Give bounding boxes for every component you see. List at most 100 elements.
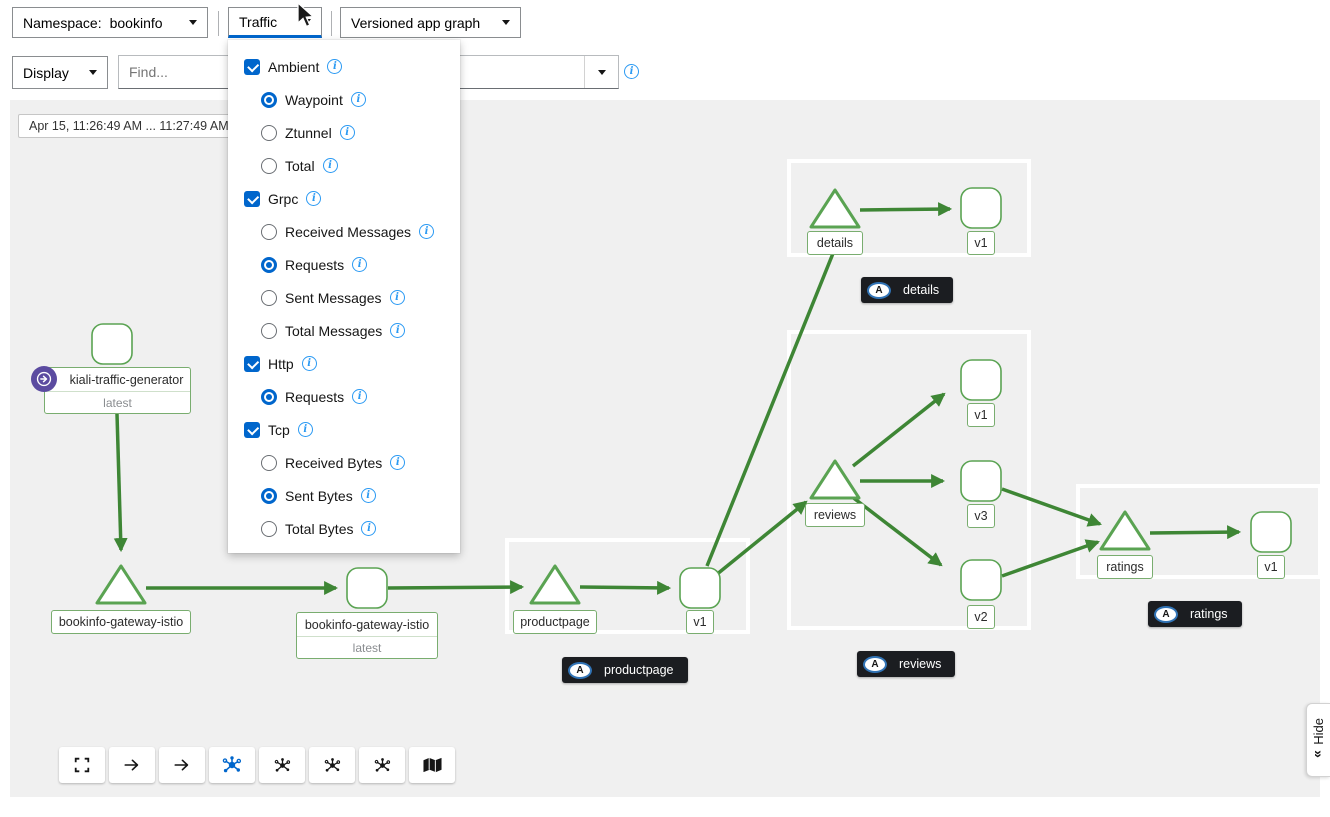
edge-generator-to-gateway[interactable]	[117, 414, 121, 550]
info-icon[interactable]	[306, 191, 321, 206]
node-shape-reviews-v3[interactable]	[961, 461, 1001, 501]
node-label-gateway-workload[interactable]: bookinfo-gateway-istio latest	[296, 612, 438, 659]
traffic-menu-item-total-messages[interactable]: Total Messages	[228, 314, 460, 347]
radio-icon[interactable]	[261, 521, 277, 537]
forward-edge-button-2[interactable]	[159, 747, 205, 783]
edge-reviews-to-v1[interactable]	[853, 394, 944, 466]
node-shape-reviews-v1[interactable]	[961, 360, 1001, 400]
find-help-info-icon[interactable]	[624, 64, 639, 79]
checkbox-checked-icon[interactable]	[244, 422, 260, 438]
edge-details-to-v1[interactable]	[860, 209, 950, 210]
info-icon[interactable]	[352, 257, 367, 272]
info-icon[interactable]	[298, 422, 313, 437]
traffic-menu-item-waypoint[interactable]: Waypoint	[228, 83, 460, 116]
layout-dagre-button[interactable]	[209, 747, 255, 783]
node-label-productpage-service[interactable]: productpage	[513, 610, 597, 634]
display-dropdown[interactable]: Display	[12, 56, 108, 89]
app-badge-reviews[interactable]: A reviews	[857, 651, 955, 677]
radio-icon[interactable]	[261, 455, 277, 471]
node-label-gateway-service[interactable]: bookinfo-gateway-istio	[51, 610, 191, 634]
edge-ratings-to-v1[interactable]	[1150, 532, 1239, 533]
layout-concentric-button[interactable]	[309, 747, 355, 783]
node-label-details-v1[interactable]: v1	[967, 231, 995, 255]
info-icon[interactable]	[390, 323, 405, 338]
traffic-menu-item-ambient[interactable]: Ambient	[228, 50, 460, 83]
traffic-menu-item-total[interactable]: Total	[228, 149, 460, 182]
edge-v3-to-ratings[interactable]	[1002, 489, 1100, 524]
radio-icon[interactable]	[261, 290, 277, 306]
traffic-menu-item-sent-bytes[interactable]: Sent Bytes	[228, 479, 460, 512]
traffic-menu-item-http-requests[interactable]: Requests	[228, 380, 460, 413]
graph-canvas[interactable]: Apr 15, 11:26:49 AM ... 11:27:49 AM	[10, 100, 1320, 797]
minimap-button[interactable]	[409, 747, 455, 783]
traffic-dropdown[interactable]: Traffic	[228, 7, 322, 38]
checkbox-checked-icon[interactable]	[244, 191, 260, 207]
node-shape-ratings-v1[interactable]	[1251, 512, 1291, 552]
hide-panel-tab[interactable]: Hide »	[1306, 703, 1330, 777]
node-label-ratings-service[interactable]: ratings	[1097, 555, 1153, 579]
checkbox-checked-icon[interactable]	[244, 356, 260, 372]
edge-productpage-to-v1[interactable]	[580, 587, 669, 588]
edge-v2-to-ratings[interactable]	[1002, 542, 1098, 576]
node-shape-details-service[interactable]	[811, 190, 859, 227]
checkbox-checked-icon[interactable]	[244, 59, 260, 75]
traffic-menu-item-sent-messages[interactable]: Sent Messages	[228, 281, 460, 314]
traffic-menu-item-total-bytes[interactable]: Total Bytes	[228, 512, 460, 545]
app-badge-productpage[interactable]: A productpage	[562, 657, 688, 683]
info-icon[interactable]	[302, 356, 317, 371]
layout-grid-button[interactable]	[259, 747, 305, 783]
info-icon[interactable]	[351, 92, 366, 107]
traffic-menu-item-http[interactable]: Http	[228, 347, 460, 380]
namespace-dropdown[interactable]: Namespace: bookinfo	[12, 7, 208, 38]
node-shape-gateway-workload[interactable]	[347, 568, 387, 608]
info-icon[interactable]	[390, 290, 405, 305]
traffic-menu-item-tcp[interactable]: Tcp	[228, 413, 460, 446]
traffic-menu-item-ztunnel[interactable]: Ztunnel	[228, 116, 460, 149]
traffic-menu-item-received-messages[interactable]: Received Messages	[228, 215, 460, 248]
info-icon[interactable]	[340, 125, 355, 140]
info-icon[interactable]	[327, 59, 342, 74]
forward-edge-button[interactable]	[109, 747, 155, 783]
traffic-menu-item-grpc-requests[interactable]: Requests	[228, 248, 460, 281]
radio-selected-icon[interactable]	[261, 389, 277, 405]
layout-breadthfirst-button[interactable]	[359, 747, 405, 783]
node-label-reviews-service[interactable]: reviews	[805, 503, 865, 527]
info-icon[interactable]	[361, 488, 376, 503]
info-icon[interactable]	[390, 455, 405, 470]
find-options-toggle[interactable]	[584, 56, 618, 88]
info-icon[interactable]	[361, 521, 376, 536]
node-label-reviews-v3[interactable]: v3	[967, 504, 995, 528]
node-label-details-service[interactable]: details	[807, 231, 863, 255]
radio-icon[interactable]	[261, 224, 277, 240]
radio-selected-icon[interactable]	[261, 257, 277, 273]
radio-icon[interactable]	[261, 125, 277, 141]
node-label-productpage-v1[interactable]: v1	[686, 610, 714, 634]
node-shape-ratings-service[interactable]	[1101, 512, 1149, 549]
node-shape-details-v1[interactable]	[961, 188, 1001, 228]
info-icon[interactable]	[323, 158, 338, 173]
radio-selected-icon[interactable]	[261, 488, 277, 504]
traffic-menu-item-received-bytes[interactable]: Received Bytes	[228, 446, 460, 479]
node-shape-gateway-service[interactable]	[97, 566, 145, 603]
node-label-ratings-v1[interactable]: v1	[1257, 555, 1285, 579]
fullscreen-button[interactable]	[59, 747, 105, 783]
radio-selected-icon[interactable]	[261, 92, 277, 108]
node-shape-productpage-v1[interactable]	[680, 568, 720, 608]
node-label-reviews-v1[interactable]: v1	[967, 403, 995, 427]
node-label-reviews-v2[interactable]: v2	[967, 605, 995, 629]
node-shape-reviews-service[interactable]	[811, 461, 859, 498]
node-shape-productpage-service[interactable]	[531, 566, 579, 603]
node-shape-reviews-v2[interactable]	[961, 560, 1001, 600]
node-shape-traffic-generator[interactable]	[92, 324, 132, 364]
graph-type-label: Versioned app graph	[351, 15, 480, 31]
traffic-menu-item-grpc[interactable]: Grpc	[228, 182, 460, 215]
app-badge-ratings[interactable]: A ratings	[1148, 601, 1242, 627]
edge-workload-to-productpage[interactable]	[388, 587, 522, 588]
node-label-traffic-generator[interactable]: kiali-traffic-generator latest	[44, 367, 191, 414]
app-badge-details[interactable]: A details	[861, 277, 953, 303]
graph-type-dropdown[interactable]: Versioned app graph	[340, 7, 521, 38]
radio-icon[interactable]	[261, 158, 277, 174]
info-icon[interactable]	[419, 224, 434, 239]
info-icon[interactable]	[352, 389, 367, 404]
radio-icon[interactable]	[261, 323, 277, 339]
